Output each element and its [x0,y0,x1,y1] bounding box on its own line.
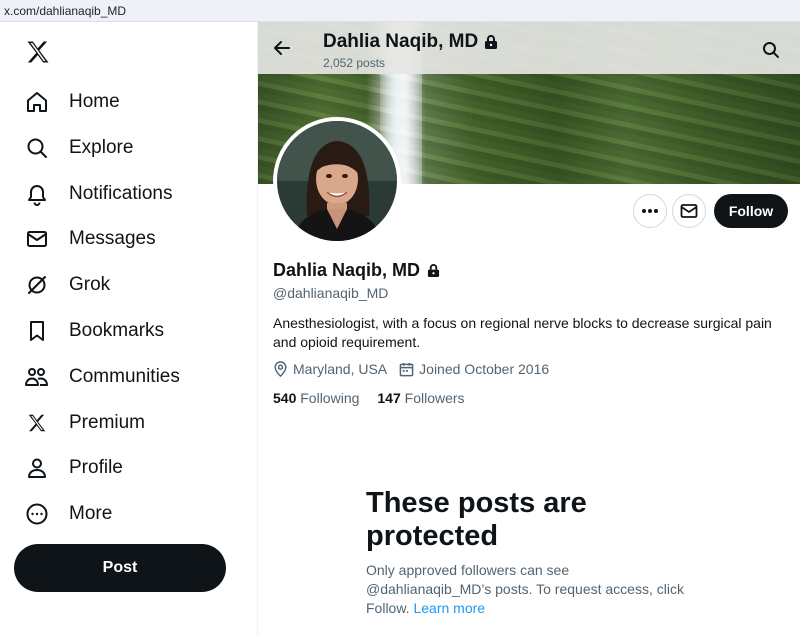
nav-profile[interactable]: Profile [16,446,246,490]
nav-communities[interactable]: Communities [16,355,246,399]
x-logo-icon[interactable] [24,38,52,66]
people-icon [24,364,50,390]
profile-bio: Anesthesiologist, with a focus on region… [273,315,772,350]
sidebar: Home Explore Notifications Messages Grok… [0,22,258,636]
nav-profile-label: Profile [69,457,123,478]
learn-more-link[interactable]: Learn more [413,600,485,616]
profile-meta: Maryland, USA Joined October 2016 [273,361,561,377]
profile-location: Maryland, USA [273,361,387,377]
x-logo-icon [24,410,50,436]
followers-link[interactable]: 147 Followers [377,390,464,406]
nav-grok[interactable]: Grok [16,263,246,307]
lock-icon [427,264,440,277]
more-options-button[interactable] [633,194,667,228]
nav-notifications-label: Notifications [69,183,173,204]
followers-count: 147 [377,390,401,406]
following-count: 540 [273,390,297,406]
nav-explore[interactable]: Explore [16,126,246,170]
profile-name: Dahlia Naqib, MD [273,260,440,281]
protected-posts-title: These posts are protected [366,487,587,552]
message-button[interactable] [672,194,706,228]
back-arrow-icon[interactable] [272,38,292,58]
address-bar[interactable]: x.com/dahlianaqib_MD [0,0,800,22]
bookmark-icon [24,318,50,344]
profile-joined: Joined October 2016 [399,361,549,377]
avatar[interactable] [273,117,401,245]
nav-explore-label: Explore [69,137,134,158]
search-icon[interactable] [762,41,780,59]
lock-icon [485,35,498,49]
envelope-icon [24,226,50,252]
profile-stats: 540 Following 147 Followers [273,390,483,406]
profile-handle: @dahlianaqib_MD [273,285,389,301]
url-text: x.com/dahlianaqib_MD [4,4,127,18]
nav-messages-label: Messages [69,228,156,249]
nav-more-label: More [69,503,113,524]
person-icon [24,455,50,481]
header-name: Dahlia Naqib, MD [323,31,498,53]
header-posts-count: 2,052 posts [323,56,386,70]
home-icon [24,89,50,115]
search-icon [24,135,50,161]
joined-text: Joined October 2016 [419,361,550,377]
header-name-text: Dahlia Naqib, MD [323,31,479,52]
nav-premium[interactable]: Premium [16,401,246,445]
nav-grok-label: Grok [69,274,111,295]
envelope-icon [680,204,698,218]
profile-main: Dahlia Naqib, MD 2,052 posts Follow Dahl… [258,22,800,636]
follow-button[interactable]: Follow [714,194,788,228]
grok-icon [24,272,50,298]
calendar-icon [399,362,414,376]
post-button[interactable]: Post [14,544,226,592]
profile-header-bar: Dahlia Naqib, MD 2,052 posts [258,22,800,74]
nav-notifications[interactable]: Notifications [16,172,246,216]
nav-home[interactable]: Home [16,80,246,124]
nav-bookmarks-label: Bookmarks [69,320,165,341]
nav-home-label: Home [69,91,120,112]
nav-more[interactable]: More [16,492,246,536]
nav-bookmarks[interactable]: Bookmarks [16,309,246,353]
ellipsis-icon [642,209,658,213]
nav-communities-label: Communities [69,366,180,387]
following-label: Following [300,390,360,406]
nav-premium-label: Premium [69,412,146,433]
protected-posts-message: Only approved followers can see @dahlian… [366,561,696,618]
location-pin-icon [274,361,287,377]
profile-name-text: Dahlia Naqib, MD [273,260,421,280]
nav-messages[interactable]: Messages [16,217,246,261]
more-circle-icon [24,501,50,527]
followers-label: Followers [404,390,465,406]
bell-icon [24,181,50,207]
location-text: Maryland, USA [293,361,388,377]
following-link[interactable]: 540 Following [273,390,359,406]
